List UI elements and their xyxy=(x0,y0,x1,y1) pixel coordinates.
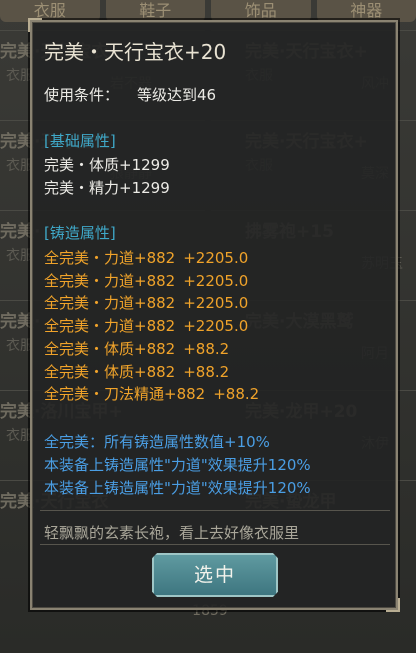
forge-attribute-line: 全完美・力道+882 +2205.0 xyxy=(44,270,248,291)
forge-attribute-name: 全完美・体质+882 xyxy=(44,363,176,381)
forge-attribute-name: 全完美・刀法精通+882 xyxy=(44,385,206,403)
select-button[interactable]: 选中 xyxy=(152,553,278,597)
forge-attribute-name: 全完美・力道+882 xyxy=(44,317,176,335)
bonus-line: 全完美：所有铸造属性数值+10% xyxy=(44,433,270,451)
forge-attribute-amount: +88.2 xyxy=(183,363,230,381)
tab-shoes[interactable]: 鞋子 xyxy=(105,0,205,22)
forge-attribute-amount: +88.2 xyxy=(183,340,230,358)
base-attributes-header: [基础属性] xyxy=(44,132,116,150)
forge-attribute-line: 全完美・力道+882 +2205.0 xyxy=(44,247,248,268)
bonus-line: 本装备上铸造属性"力道"效果提升120% xyxy=(44,456,311,474)
requirement-value: 等级达到46 xyxy=(137,86,217,104)
forge-attribute-line: 全完美・力道+882 +2205.0 xyxy=(44,315,248,336)
base-attribute-line: 完美・精力+1299 xyxy=(44,179,170,197)
forge-attribute-amount: +2205.0 xyxy=(183,294,249,312)
bonus-line: 本装备上铸造属性"力道"效果提升120% xyxy=(44,479,311,497)
base-attribute-line: 完美・体质+1299 xyxy=(44,156,170,174)
item-title: 完美・天行宝衣+20 xyxy=(44,40,227,64)
forge-attribute-amount: +88.2 xyxy=(213,385,260,403)
forge-attribute-amount: +2205.0 xyxy=(183,272,249,290)
tab-clothes[interactable]: 衣服 xyxy=(0,0,100,22)
forge-attribute-line: 全完美・体质+882 +88.2 xyxy=(44,361,229,382)
forge-attribute-name: 全完美・力道+882 xyxy=(44,272,176,290)
forge-attribute-line: 全完美・刀法精通+882 +88.2 xyxy=(44,383,259,404)
forge-attribute-amount: +2205.0 xyxy=(183,249,249,267)
forge-attribute-name: 全完美・力道+882 xyxy=(44,249,176,267)
forge-attribute-line: 全完美・体质+882 +88.2 xyxy=(44,338,229,359)
forge-attribute-line: 全完美・力道+882 +2205.0 xyxy=(44,292,248,313)
game-screen: 衣服 鞋子 饰品 神器 完美·天行宝衣衣服岩不器完美·天行宝衣+衣服风冲完美·天… xyxy=(0,0,416,653)
divider xyxy=(40,544,390,545)
forge-attribute-amount: +2205.0 xyxy=(183,317,249,335)
forge-attribute-name: 全完美・力道+882 xyxy=(44,294,176,312)
requirement-label: 使用条件： xyxy=(44,86,120,104)
divider xyxy=(40,510,390,511)
item-tooltip-popup: 完美・天行宝衣+20 使用条件： 等级达到46 [基础属性] 完美・体质+1299… xyxy=(28,18,400,612)
item-description: 轻飘飘的玄素长袍，看上去好像衣服里 xyxy=(44,524,300,540)
tab-artifacts[interactable]: 神器 xyxy=(316,0,416,22)
forge-attributes-header: [铸造属性] xyxy=(44,224,116,242)
tab-accessories[interactable]: 饰品 xyxy=(211,0,311,22)
forge-attribute-name: 全完美・体质+882 xyxy=(44,340,176,358)
category-tabs: 衣服 鞋子 饰品 神器 xyxy=(0,0,416,22)
use-requirement: 使用条件： 等级达到46 xyxy=(44,84,216,105)
